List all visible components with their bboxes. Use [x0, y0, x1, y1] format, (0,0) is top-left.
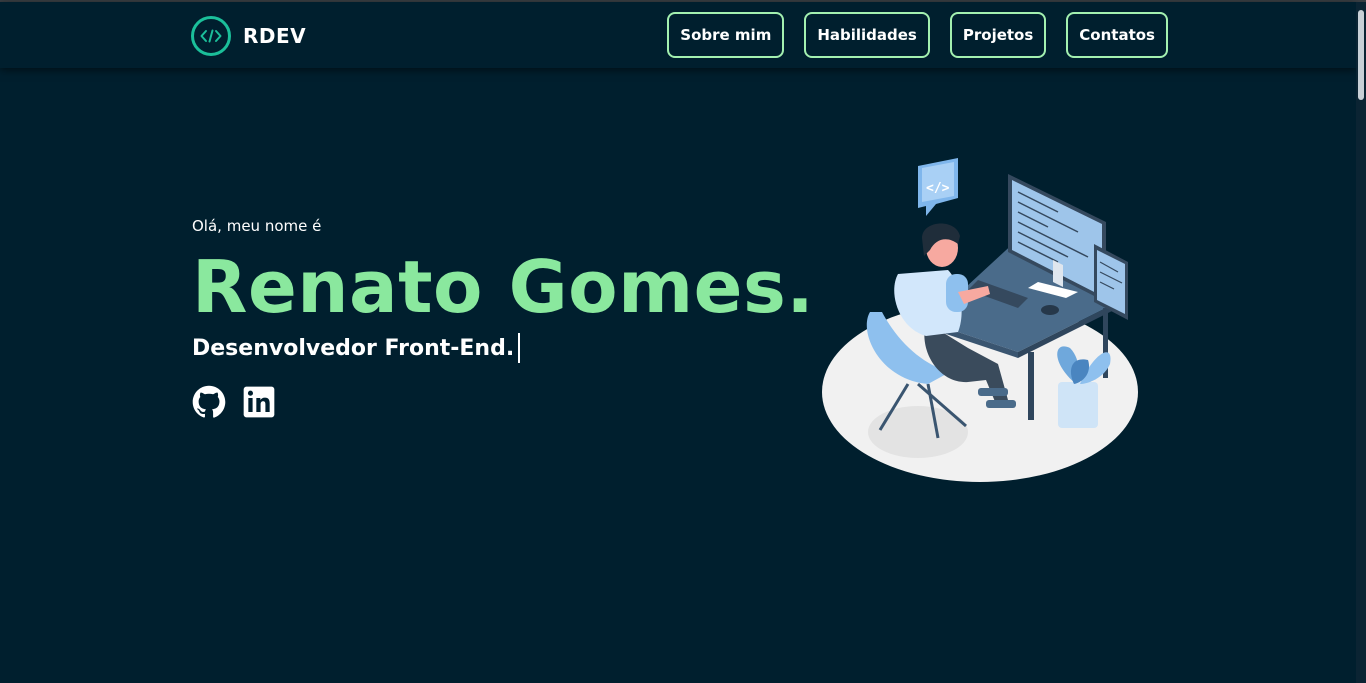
role-text: Desenvolvedor Front-End. — [192, 335, 515, 361]
brand[interactable]: RDEV — [191, 16, 306, 56]
navbar: RDEV Sobre mim Habilidades Projetos Cont… — [0, 2, 1356, 68]
nav-button-projetos[interactable]: Projetos — [949, 12, 1047, 58]
svg-text:</>: </> — [926, 181, 950, 196]
hero-name: Renato Gomes. — [192, 245, 815, 329]
scrollbar-thumb[interactable] — [1358, 10, 1364, 100]
code-icon — [191, 16, 231, 56]
nav-button-habilidades[interactable]: Habilidades — [804, 12, 930, 58]
role-line: Desenvolvedor Front-End. — [192, 333, 814, 363]
developer-illustration: </> — [818, 152, 1148, 492]
scrollbar[interactable] — [1356, 2, 1366, 683]
social-links — [192, 385, 814, 419]
nav-button-sobre-mim[interactable]: Sobre mim — [667, 12, 785, 58]
linkedin-icon[interactable] — [242, 385, 276, 419]
nav-button-contatos[interactable]: Contatos — [1066, 12, 1168, 58]
greeting: Olá, meu nome é — [192, 217, 322, 235]
typing-caret — [518, 333, 521, 363]
brand-name: RDEV — [243, 24, 307, 48]
hero-text: Olá, meu nome é Renato Gomes. Desenvolve… — [192, 217, 814, 419]
github-icon[interactable] — [192, 385, 226, 419]
nav-links: Sobre mim Habilidades Projetos Contatos — [667, 12, 1168, 58]
